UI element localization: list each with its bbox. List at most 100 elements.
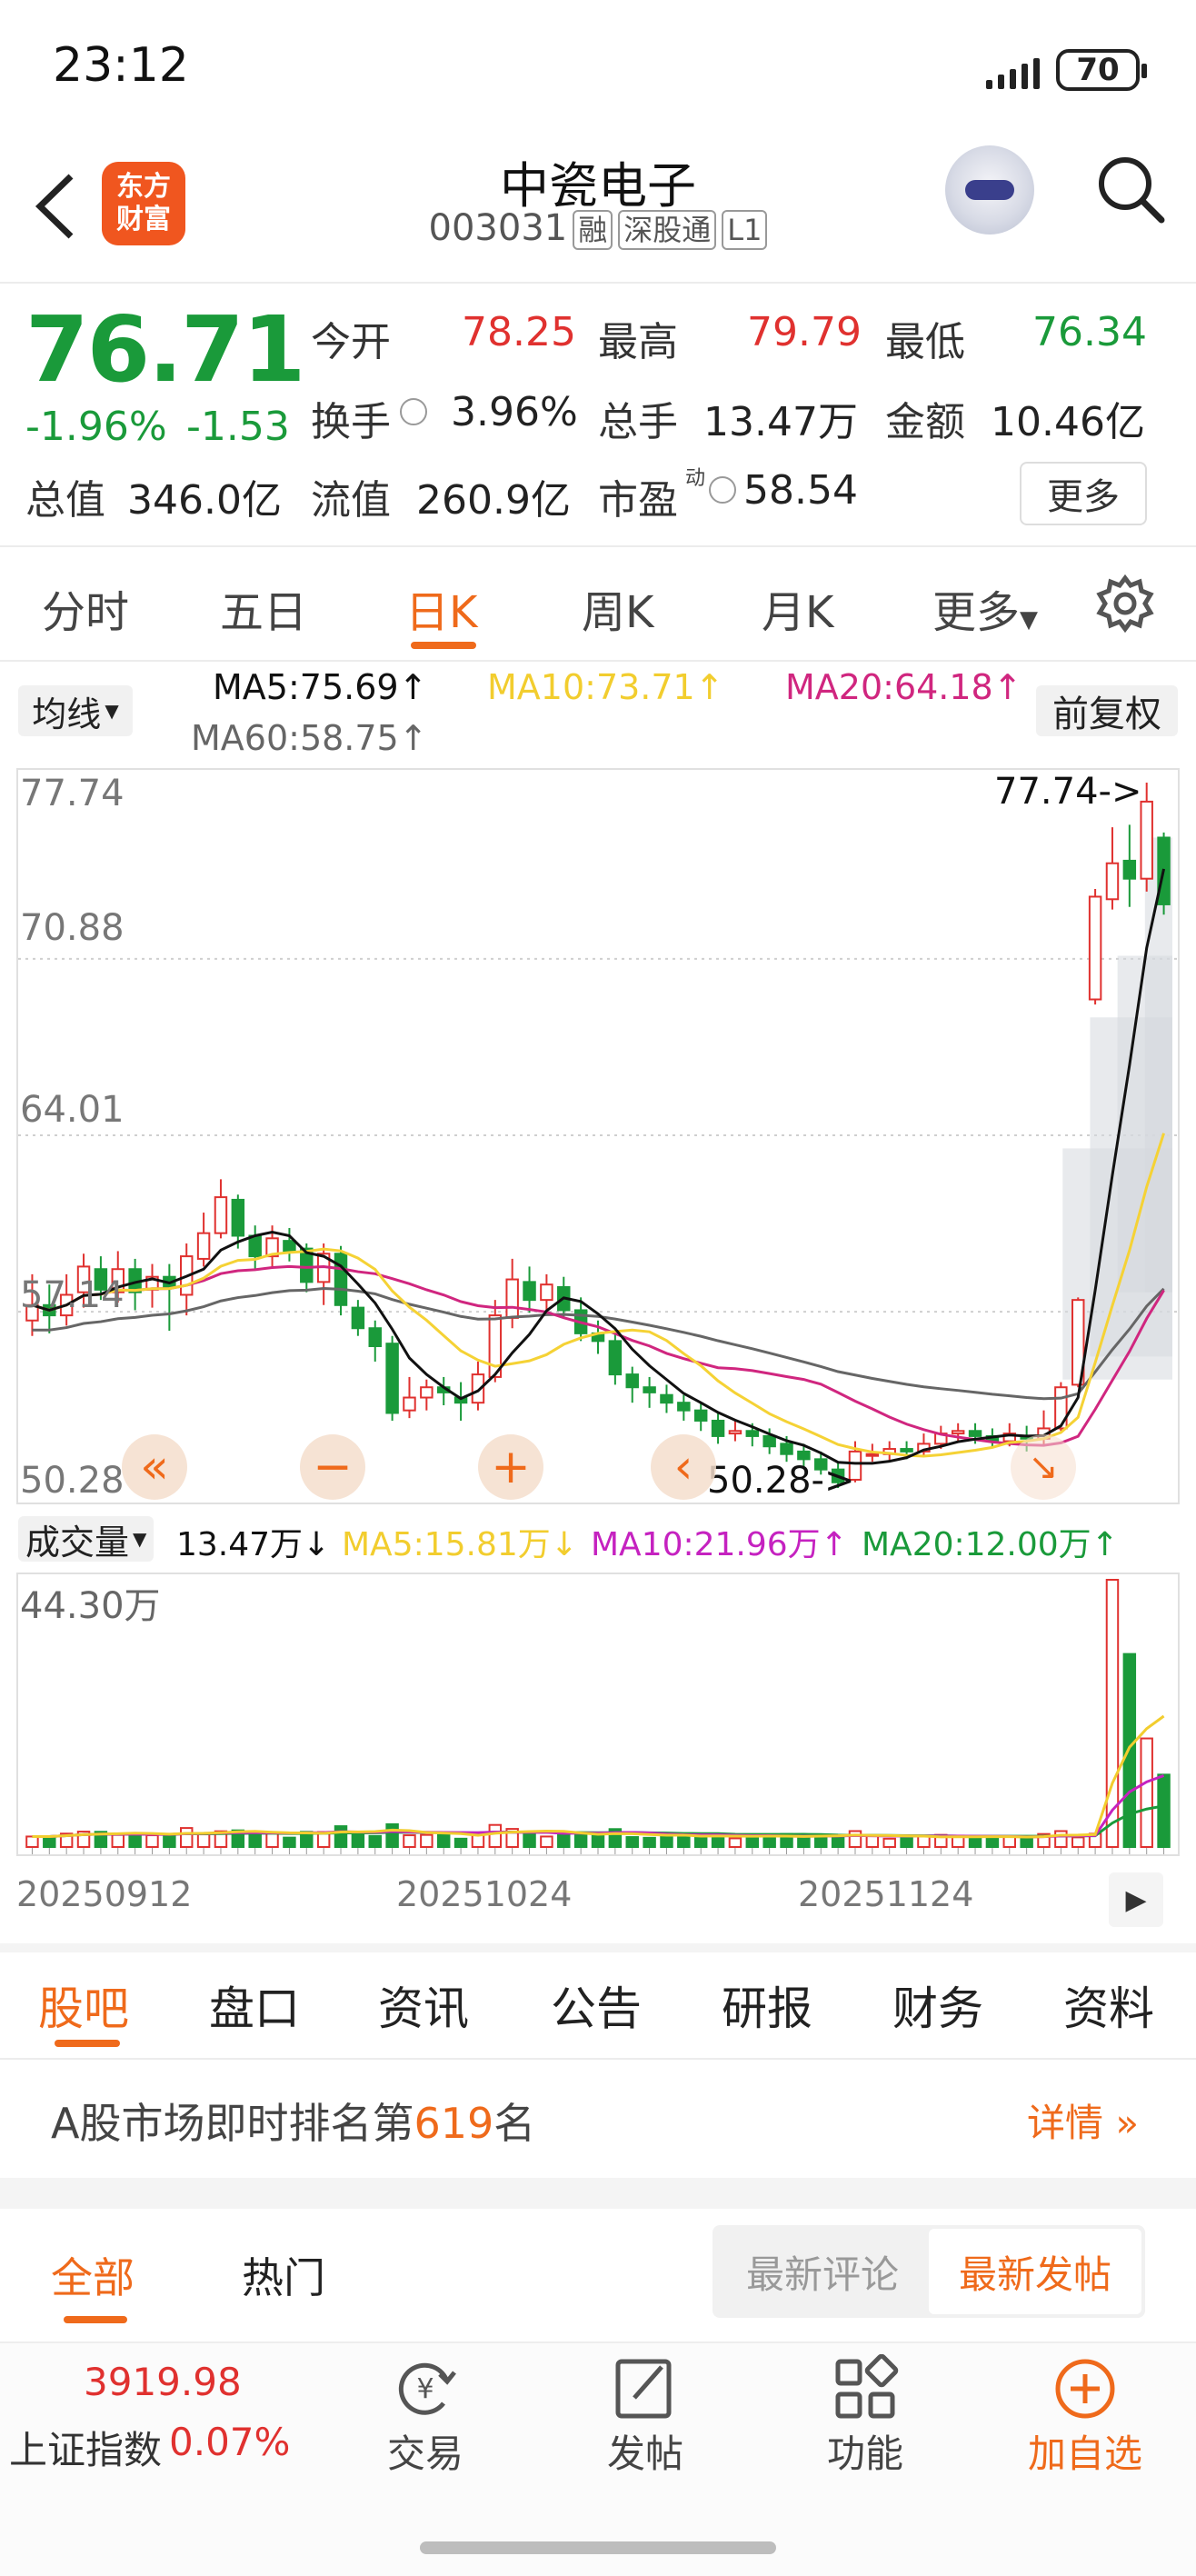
volume-ma20: MA20:12.00万↑ xyxy=(862,1526,1119,1563)
candle-body xyxy=(693,1409,708,1422)
ma-select[interactable]: 均线 ▼ xyxy=(18,685,133,736)
post-button[interactable]: 发帖 xyxy=(554,2354,736,2500)
high-value: 79.79 xyxy=(747,309,862,355)
volume-ma10: MA10:21.96万↑ xyxy=(591,1526,848,1563)
price-tick: 70.88 xyxy=(20,907,125,949)
sort-latest-comment[interactable]: 最新评论 xyxy=(727,2229,918,2314)
volume-bar xyxy=(248,1832,262,1848)
candle-body xyxy=(368,1327,382,1348)
tab-daily-k[interactable]: 日K xyxy=(405,576,477,640)
candle-body xyxy=(968,1430,982,1437)
candle-body xyxy=(1088,895,1102,1001)
post-label: 发帖 xyxy=(606,2431,683,2476)
tab-intraday[interactable]: 分时 xyxy=(42,576,129,640)
add-watchlist-button[interactable]: 加自选 xyxy=(994,2354,1176,2500)
header-divider xyxy=(0,282,1196,284)
more-button[interactable]: 更多 xyxy=(1020,462,1147,525)
low-annotation: 50.28-> xyxy=(707,1460,855,1502)
signal-icon xyxy=(986,53,1040,89)
candle-body xyxy=(677,1402,691,1412)
tab-announcements[interactable]: 公告 xyxy=(551,1972,642,2038)
candle-body xyxy=(762,1434,776,1448)
trade-yen-icon: ¥ xyxy=(398,2362,456,2415)
volume-value: 13.47万 xyxy=(703,399,858,445)
index-value[interactable]: 3919.98 xyxy=(84,2360,242,2404)
info-icon[interactable] xyxy=(400,398,427,425)
volume-select-label: 成交量 xyxy=(25,1522,130,1563)
rank-number: 619 xyxy=(414,2099,494,2148)
search-button[interactable] xyxy=(1094,153,1167,225)
volume-bar xyxy=(1071,1836,1085,1849)
candle-body xyxy=(334,1253,348,1306)
price-adjust-button[interactable]: 前复权 xyxy=(1036,685,1178,736)
low-value: 76.34 xyxy=(1032,309,1147,355)
bottom-tabs-divider xyxy=(0,2058,1196,2060)
tab-monthly-k[interactable]: 月K xyxy=(762,576,833,640)
high-label: 最高 xyxy=(598,319,678,365)
volume-bar xyxy=(711,1835,725,1848)
float-label: 流值 xyxy=(311,477,391,524)
caret-down-icon: ▼ xyxy=(105,700,119,722)
features-label: 功能 xyxy=(826,2431,903,2476)
volume-bar xyxy=(1140,1737,1153,1848)
candle-body xyxy=(780,1443,793,1455)
expand-button[interactable]: ↘ xyxy=(1011,1434,1076,1500)
section-gap xyxy=(0,1943,1196,1952)
zoom-in-button[interactable]: + xyxy=(478,1434,543,1500)
pe-value: 58.54 xyxy=(743,467,858,514)
candle-body xyxy=(900,1448,913,1453)
volume-axis-max: 44.30万 xyxy=(20,1585,161,1627)
settings-button[interactable] xyxy=(1096,574,1154,634)
tab-financials[interactable]: 财务 xyxy=(892,1972,983,2038)
open-label: 今开 xyxy=(311,319,391,365)
scroll-left-fast-button[interactable]: « xyxy=(122,1434,187,1500)
sort-latest-post[interactable]: 最新发帖 xyxy=(929,2229,1141,2314)
assistant-avatar[interactable] xyxy=(945,145,1034,235)
current-price: 76.71 xyxy=(25,296,305,403)
index-change[interactable]: 0.07% xyxy=(169,2420,290,2464)
tab-weekly-k[interactable]: 周K xyxy=(582,576,653,640)
ma20-line xyxy=(32,1264,1165,1447)
stock-code: 003031 xyxy=(428,207,568,249)
candle-body xyxy=(523,1281,536,1302)
float-value: 260.9亿 xyxy=(416,477,571,524)
index-name[interactable]: 上证指数 xyxy=(9,2420,162,2475)
volume-select[interactable]: 成交量 ▼ xyxy=(18,1516,154,1563)
tab-news[interactable]: 资讯 xyxy=(378,1972,469,2038)
battery-icon: 70 xyxy=(1056,49,1147,91)
candle-body xyxy=(608,1340,623,1376)
volume-bar xyxy=(865,1835,880,1848)
tab-forum[interactable]: 股吧 xyxy=(38,1972,129,2038)
tab-research[interactable]: 研报 xyxy=(722,1972,812,2038)
tab-more[interactable]: 更多▼ xyxy=(932,576,1038,640)
trade-button[interactable]: ¥ 交易 xyxy=(334,2354,516,2500)
change-percent: -1.96% xyxy=(25,404,167,450)
rank-text: A股市场即时排名第619名 xyxy=(51,2091,535,2151)
subtab-all[interactable]: 全部 xyxy=(51,2245,135,2305)
candle-body xyxy=(283,1240,296,1253)
volume-bar xyxy=(660,1835,673,1848)
volume-chart[interactable] xyxy=(16,1573,1180,1856)
date-tick: 20250912 xyxy=(16,1874,193,1914)
kline-canvas xyxy=(18,783,1178,1488)
rank-prefix: A股市场即时排名第 xyxy=(51,2099,414,2148)
section-gap xyxy=(0,2178,1196,2209)
tab-order-book[interactable]: 盘口 xyxy=(209,1972,300,2038)
zoom-out-button[interactable]: − xyxy=(300,1434,365,1500)
kline-chart[interactable] xyxy=(16,768,1180,1504)
tab-profile[interactable]: 资料 xyxy=(1063,1972,1154,2038)
features-button[interactable]: 功能 xyxy=(774,2354,956,2500)
candle-body xyxy=(1105,862,1120,901)
pe-info-icon[interactable] xyxy=(709,476,736,504)
candle-body xyxy=(214,1196,228,1234)
candle-body xyxy=(351,1306,365,1330)
volume-bar xyxy=(968,1837,982,1848)
play-button[interactable]: ▶ xyxy=(1109,1872,1163,1927)
subtab-hot[interactable]: 热门 xyxy=(242,2245,325,2305)
scroll-left-button[interactable]: ‹ xyxy=(651,1434,716,1500)
tab-five-day[interactable]: 五日 xyxy=(220,576,307,640)
volume-bar xyxy=(625,1836,639,1848)
volume-bar xyxy=(573,1832,588,1848)
turnover-value: 3.96% xyxy=(451,389,578,435)
rank-detail-link[interactable]: 详情 » xyxy=(1027,2092,1139,2148)
